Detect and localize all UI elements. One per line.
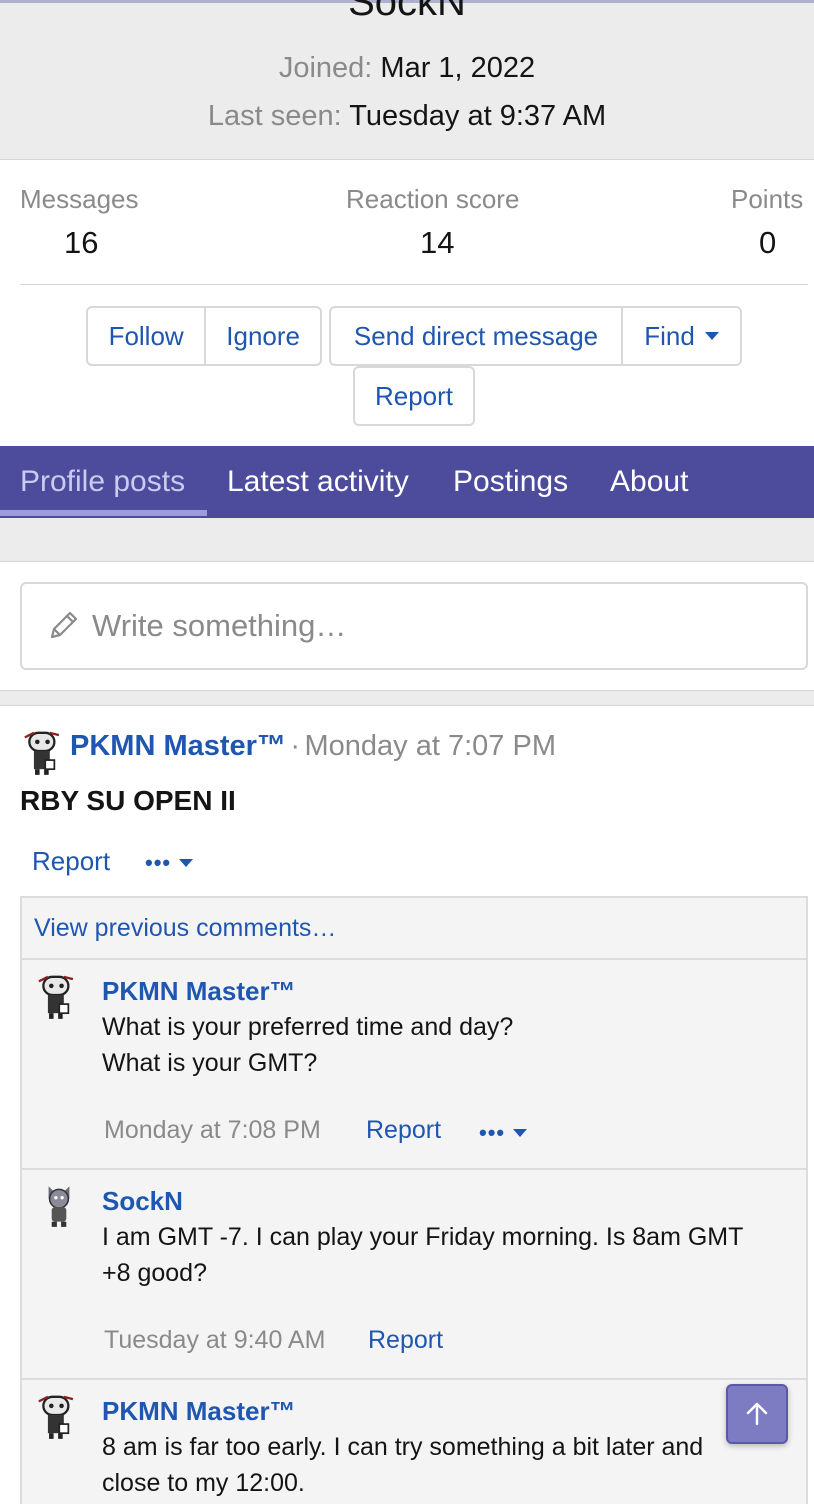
comment-separator bbox=[20, 958, 808, 960]
comment-2-author[interactable]: SockN bbox=[102, 1186, 183, 1217]
message-find-group: Send direct message Find bbox=[329, 306, 742, 366]
comment-1-line-2: What is your GMT? bbox=[102, 1049, 318, 1077]
pencil-icon bbox=[50, 611, 78, 639]
stats-divider bbox=[20, 284, 808, 285]
tab-postings[interactable]: Postings bbox=[453, 446, 568, 518]
tab-profile-posts[interactable]: Profile posts bbox=[20, 446, 185, 518]
post-author-avatar[interactable] bbox=[20, 726, 66, 781]
avatar bbox=[38, 975, 74, 1019]
last-seen-value: Tuesday at 9:37 AM bbox=[349, 100, 607, 132]
avatar bbox=[38, 1395, 74, 1439]
caret-down-icon bbox=[179, 859, 194, 867]
messages-label: Messages bbox=[20, 184, 139, 214]
comment-3-avatar[interactable] bbox=[34, 1390, 80, 1445]
post-header: PKMN Master™ · Monday at 7:07 PM bbox=[70, 730, 556, 763]
messages-value[interactable]: 16 bbox=[64, 225, 98, 261]
find-button[interactable]: Find bbox=[621, 308, 740, 364]
tab-latest-activity[interactable]: Latest activity bbox=[227, 446, 409, 518]
scroll-to-top-button[interactable] bbox=[726, 1384, 788, 1444]
send-direct-message-button[interactable]: Send direct message bbox=[331, 308, 621, 364]
comment-3-author[interactable]: PKMN Master™ bbox=[102, 1396, 296, 1427]
points-value[interactable]: 0 bbox=[759, 225, 776, 261]
comment-2-timestamp[interactable]: Tuesday at 9:40 AM bbox=[104, 1326, 325, 1355]
comment-3-line-1: 8 am is far too early. I can try somethi… bbox=[102, 1433, 704, 1461]
write-something-input[interactable]: Write something… bbox=[20, 582, 808, 670]
post-timestamp[interactable]: Monday at 7:07 PM bbox=[305, 730, 556, 762]
joined-label: Joined: bbox=[278, 52, 373, 84]
comment-1-line-1: What is your preferred time and day? bbox=[102, 1013, 514, 1041]
write-something-placeholder: Write something… bbox=[92, 608, 347, 643]
follow-ignore-group: Follow Ignore bbox=[86, 306, 322, 366]
comment-separator bbox=[20, 1378, 808, 1380]
follow-button[interactable]: Follow bbox=[88, 308, 204, 364]
comment-1-author[interactable]: PKMN Master™ bbox=[102, 976, 296, 1007]
joined-value: Mar 1, 2022 bbox=[380, 52, 536, 84]
comment-1-more-menu[interactable]: ••• bbox=[479, 1120, 528, 1146]
comment-3-line-2: close to my 12:00. bbox=[102, 1469, 305, 1497]
section-spacer bbox=[0, 518, 814, 562]
section-spacer-2 bbox=[0, 690, 814, 706]
comment-separator bbox=[20, 1168, 808, 1170]
view-previous-comments-link[interactable]: View previous comments… bbox=[34, 914, 336, 943]
post-report-link[interactable]: Report bbox=[32, 846, 110, 877]
comment-1-avatar[interactable] bbox=[34, 970, 80, 1025]
last-seen-label: Last seen: bbox=[207, 100, 342, 132]
report-group: Report bbox=[353, 366, 475, 426]
profile-username: SockN bbox=[348, 0, 466, 24]
arrow-up-icon bbox=[746, 1402, 768, 1426]
find-label: Find bbox=[644, 320, 695, 351]
profile-tabs: Profile posts Latest activity Postings A… bbox=[0, 446, 814, 518]
comment-2-line-1: I am GMT -7. I can play your Friday morn… bbox=[102, 1223, 744, 1251]
post-separator: · bbox=[290, 730, 301, 762]
avatar bbox=[48, 1186, 70, 1227]
post-body: RBY SU OPEN II bbox=[20, 785, 236, 816]
comment-2-report-link[interactable]: Report bbox=[368, 1326, 443, 1355]
points-label: Points bbox=[731, 184, 804, 214]
last-seen-row: Last seen: Tuesday at 9:37 AM bbox=[0, 100, 814, 133]
comment-2-line-2: +8 good? bbox=[102, 1259, 207, 1287]
post-more-menu[interactable]: ••• bbox=[145, 850, 194, 876]
comment-1-report-link[interactable]: Report bbox=[366, 1116, 441, 1145]
comment-2-avatar[interactable] bbox=[36, 1180, 82, 1235]
reaction-score-label: Reaction score bbox=[346, 184, 520, 214]
tab-about[interactable]: About bbox=[610, 446, 688, 518]
more-dots-icon: ••• bbox=[145, 850, 172, 875]
caret-down-icon bbox=[704, 332, 719, 340]
post-author-link[interactable]: PKMN Master™ bbox=[70, 730, 286, 762]
joined-row: Joined: Mar 1, 2022 bbox=[0, 52, 814, 85]
comment-1-timestamp[interactable]: Monday at 7:08 PM bbox=[104, 1116, 321, 1145]
more-dots-icon: ••• bbox=[479, 1120, 506, 1145]
active-tab-indicator bbox=[0, 510, 207, 516]
caret-down-icon bbox=[513, 1129, 528, 1137]
ignore-button[interactable]: Ignore bbox=[204, 308, 320, 364]
avatar bbox=[24, 731, 60, 775]
report-profile-button[interactable]: Report bbox=[355, 368, 473, 424]
reaction-score-value[interactable]: 14 bbox=[420, 225, 454, 261]
